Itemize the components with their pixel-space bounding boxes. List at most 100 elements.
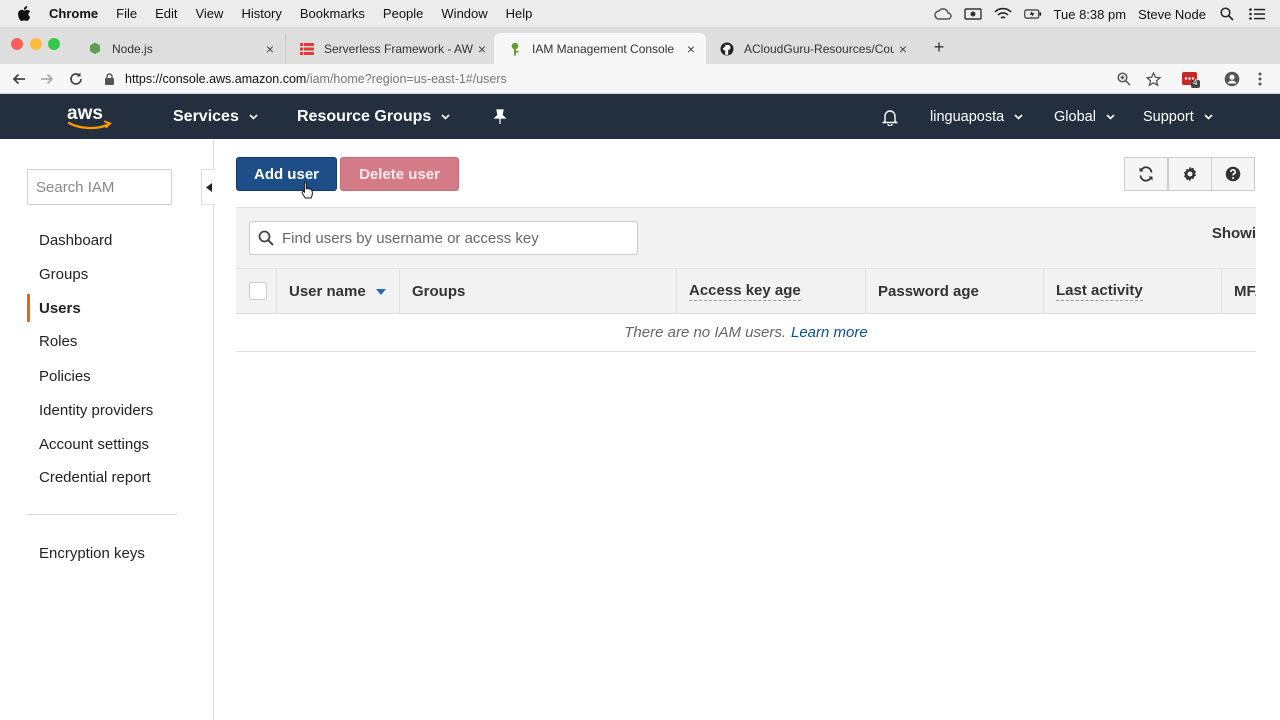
clock[interactable]: Tue 8:38 pm [1054,7,1127,22]
battery-icon[interactable] [1023,6,1042,22]
reload-icon[interactable] [66,69,86,89]
window-minimize-button[interactable] [30,38,42,50]
sidebar-item-encryption-keys[interactable]: Encryption keys [27,539,177,567]
account-label: linguaposta [930,108,1005,125]
column-last-activity[interactable]: Last activity [1043,269,1221,314]
column-access-key-age[interactable]: Access key age [676,269,866,314]
tab-close-icon[interactable]: × [473,41,491,57]
menu-app-chrome[interactable]: Chrome [49,6,98,21]
zoom-icon[interactable] [1114,69,1134,89]
menu-bookmarks[interactable]: Bookmarks [300,6,365,21]
chevron-down-icon [1106,113,1115,120]
url-host: https://console.aws.amazon.com [125,72,307,86]
sidebar-item-groups[interactable]: Groups [27,260,177,288]
user-name[interactable]: Steve Node [1138,7,1206,22]
menu-people[interactable]: People [383,6,423,21]
add-user-button[interactable]: Add user [236,157,337,191]
sidebar-item-policies[interactable]: Policies [27,362,177,390]
support-menu[interactable]: Support [1143,94,1213,139]
find-users-input[interactable]: Find users by username or access key [249,221,638,255]
extension-icon[interactable]: 4 [1181,69,1201,89]
select-all-checkbox[interactable] [249,282,267,300]
sort-descending-icon[interactable] [375,288,386,295]
forward-icon[interactable] [37,69,57,89]
menu-file[interactable]: File [116,6,137,21]
sidebar-item-credential-report[interactable]: Credential report [27,463,177,491]
chrome-menu-icon[interactable] [1250,69,1270,89]
tab-title: Node.js [112,41,153,56]
column-mfa-label: MFA [1234,283,1256,300]
sidebar-item-users[interactable]: Users [27,294,177,322]
sidebar-divider [27,514,177,515]
collapse-sidebar-button[interactable] [201,169,215,205]
pin-icon[interactable] [493,94,507,139]
lock-icon[interactable] [104,73,116,85]
menu-view[interactable]: View [195,6,223,21]
menu-help[interactable]: Help [506,6,533,21]
select-all-cell [236,269,276,314]
column-user-name-label: User name [289,283,366,300]
window-zoom-button[interactable] [48,38,60,50]
creative-cloud-icon[interactable] [933,6,952,22]
wifi-icon[interactable] [993,6,1012,22]
column-password-age-label: Password age [878,283,979,300]
help-icon [1225,166,1241,182]
region-menu[interactable]: Global [1054,94,1115,139]
users-table-panel: Find users by username or access key Sho… [236,207,1256,352]
chevron-down-icon [441,113,450,120]
support-label: Support [1143,108,1194,125]
menu-window[interactable]: Window [441,6,487,21]
spotlight-search-icon[interactable] [1218,6,1236,22]
column-mfa[interactable]: MFA [1221,269,1256,314]
tab-close-icon[interactable]: × [682,41,700,57]
iam-sidebar: Search IAM Dashboard Groups Users Roles … [0,139,215,720]
sidebar-item-dashboard[interactable]: Dashboard [27,226,177,254]
services-label: Services [173,107,239,125]
bookmark-star-icon[interactable] [1143,69,1163,89]
menu-history[interactable]: History [241,6,281,21]
window-close-button[interactable] [11,38,23,50]
search-icon [258,230,274,246]
notification-center-icon[interactable] [1248,6,1266,22]
screen-record-icon[interactable] [963,6,982,22]
tab-title: ACloudGuru-Resources/Course [744,41,894,56]
services-menu[interactable]: Services [173,94,258,139]
aws-logo[interactable]: aws [66,94,114,139]
new-tab-button[interactable]: + [930,38,948,56]
tab-title: Serverless Framework - AWS L [324,41,473,56]
settings-button[interactable] [1168,157,1212,191]
tab-close-icon[interactable]: × [894,41,912,57]
chevron-down-icon [249,113,258,120]
column-groups[interactable]: Groups [399,269,676,314]
column-password-age[interactable]: Password age [865,269,1043,314]
tab-github[interactable]: ACloudGuru-Resources/Course × [706,33,918,64]
tab-nodejs[interactable]: Node.js × [74,33,286,64]
help-button[interactable] [1211,157,1255,191]
search-iam-input[interactable]: Search IAM [27,169,172,205]
aws-iam-icon [508,42,522,56]
column-user-name[interactable]: User name [276,269,399,314]
tab-iam-console[interactable]: IAM Management Console × [494,33,706,64]
apple-icon[interactable] [17,5,33,22]
refresh-button[interactable] [1124,157,1168,191]
tab-serverless[interactable]: Serverless Framework - AWS L × [286,33,498,64]
tab-close-icon[interactable]: × [261,41,279,57]
account-menu[interactable]: linguaposta [930,94,1023,139]
notifications-bell-icon[interactable] [881,94,899,139]
github-icon [720,42,734,56]
sidebar-item-account-settings[interactable]: Account settings [27,430,177,458]
profile-icon[interactable] [1222,69,1242,89]
sidebar-item-identity-providers[interactable]: Identity providers [27,396,177,424]
sidebar-item-roles[interactable]: Roles [27,327,177,355]
resource-groups-menu[interactable]: Resource Groups [297,94,450,139]
serverless-icon [300,42,314,56]
delete-user-button[interactable]: Delete user [340,157,459,191]
menu-edit[interactable]: Edit [155,6,177,21]
empty-table-message: There are no IAM users. [624,324,786,341]
chevron-down-icon [1014,113,1023,120]
hand-pointer-cursor-icon [301,181,315,199]
address-bar[interactable]: https://console.aws.amazon.com/iam/home?… [104,68,507,90]
back-icon[interactable] [9,69,29,89]
learn-more-link[interactable]: Learn more [791,324,868,341]
extension-badge-count: 4 [1193,78,1198,87]
